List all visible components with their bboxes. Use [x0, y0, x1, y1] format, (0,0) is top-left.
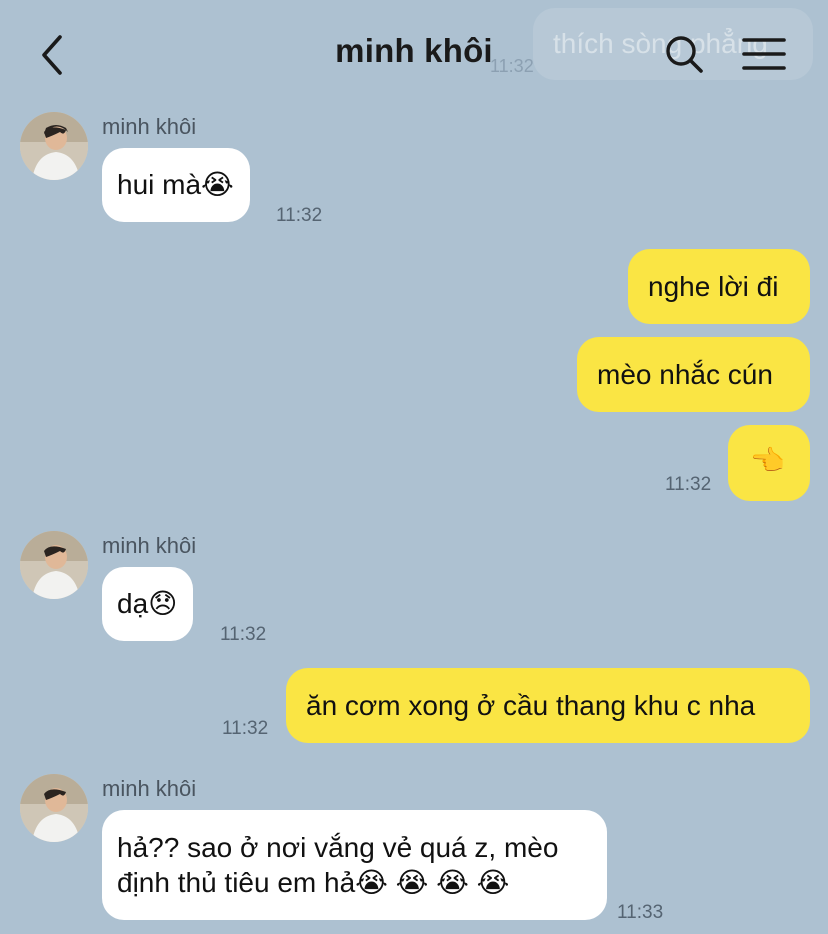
message-text-line: hả?? sao ở nơi vắng vẻ quá z, mèo — [117, 832, 559, 863]
incoming-message-bubble[interactable]: hả?? sao ở nơi vắng vẻ quá z, mèo định t… — [102, 810, 607, 920]
menu-button[interactable] — [740, 34, 788, 74]
menu-icon — [742, 38, 786, 70]
message-time: 11:32 — [220, 624, 267, 645]
search-icon — [666, 36, 703, 73]
message-time: 11:33 — [617, 902, 664, 923]
avatar[interactable] — [20, 531, 88, 599]
sender-name: minh khôi — [102, 114, 197, 139]
sender-name: minh khôi — [102, 776, 197, 801]
sender-name: minh khôi — [102, 533, 197, 558]
message-text: nghe lời đi — [648, 271, 779, 302]
avatar[interactable] — [20, 112, 88, 180]
avatar-photo-icon — [20, 531, 88, 599]
avatar-photo-icon — [20, 774, 88, 842]
message-time: 11:32 — [276, 205, 323, 226]
message-text: hui mà😭 — [117, 169, 234, 200]
pointing-hand-icon: 👈 — [750, 444, 785, 477]
chat-header: thích sòng phẳng 11:32 minh khôi — [0, 0, 828, 110]
message-text: mèo nhắc cún — [597, 359, 773, 390]
incoming-message-bubble[interactable]: dạ😞 — [102, 567, 194, 641]
message-text: dạ😞 — [117, 588, 178, 619]
search-button[interactable] — [660, 30, 708, 78]
avatar-photo-icon — [20, 112, 88, 180]
outgoing-message-bubble[interactable]: 👈 — [728, 425, 810, 501]
incoming-message-bubble[interactable]: hui mà😭 — [102, 148, 250, 222]
outgoing-message-bubble[interactable]: ăn cơm xong ở cầu thang khu c nha — [286, 668, 810, 743]
message-time: 11:32 — [665, 474, 712, 495]
outgoing-message-bubble[interactable]: mèo nhắc cún — [577, 337, 810, 412]
message-time: 11:32 — [222, 718, 269, 739]
message-text: ăn cơm xong ở cầu thang khu c nha — [306, 690, 756, 721]
message-text-line: định thủ tiêu em hả😭 😭 😭 😭 — [117, 867, 510, 898]
outgoing-message-bubble[interactable]: nghe lời đi — [628, 249, 810, 324]
avatar[interactable] — [20, 774, 88, 842]
